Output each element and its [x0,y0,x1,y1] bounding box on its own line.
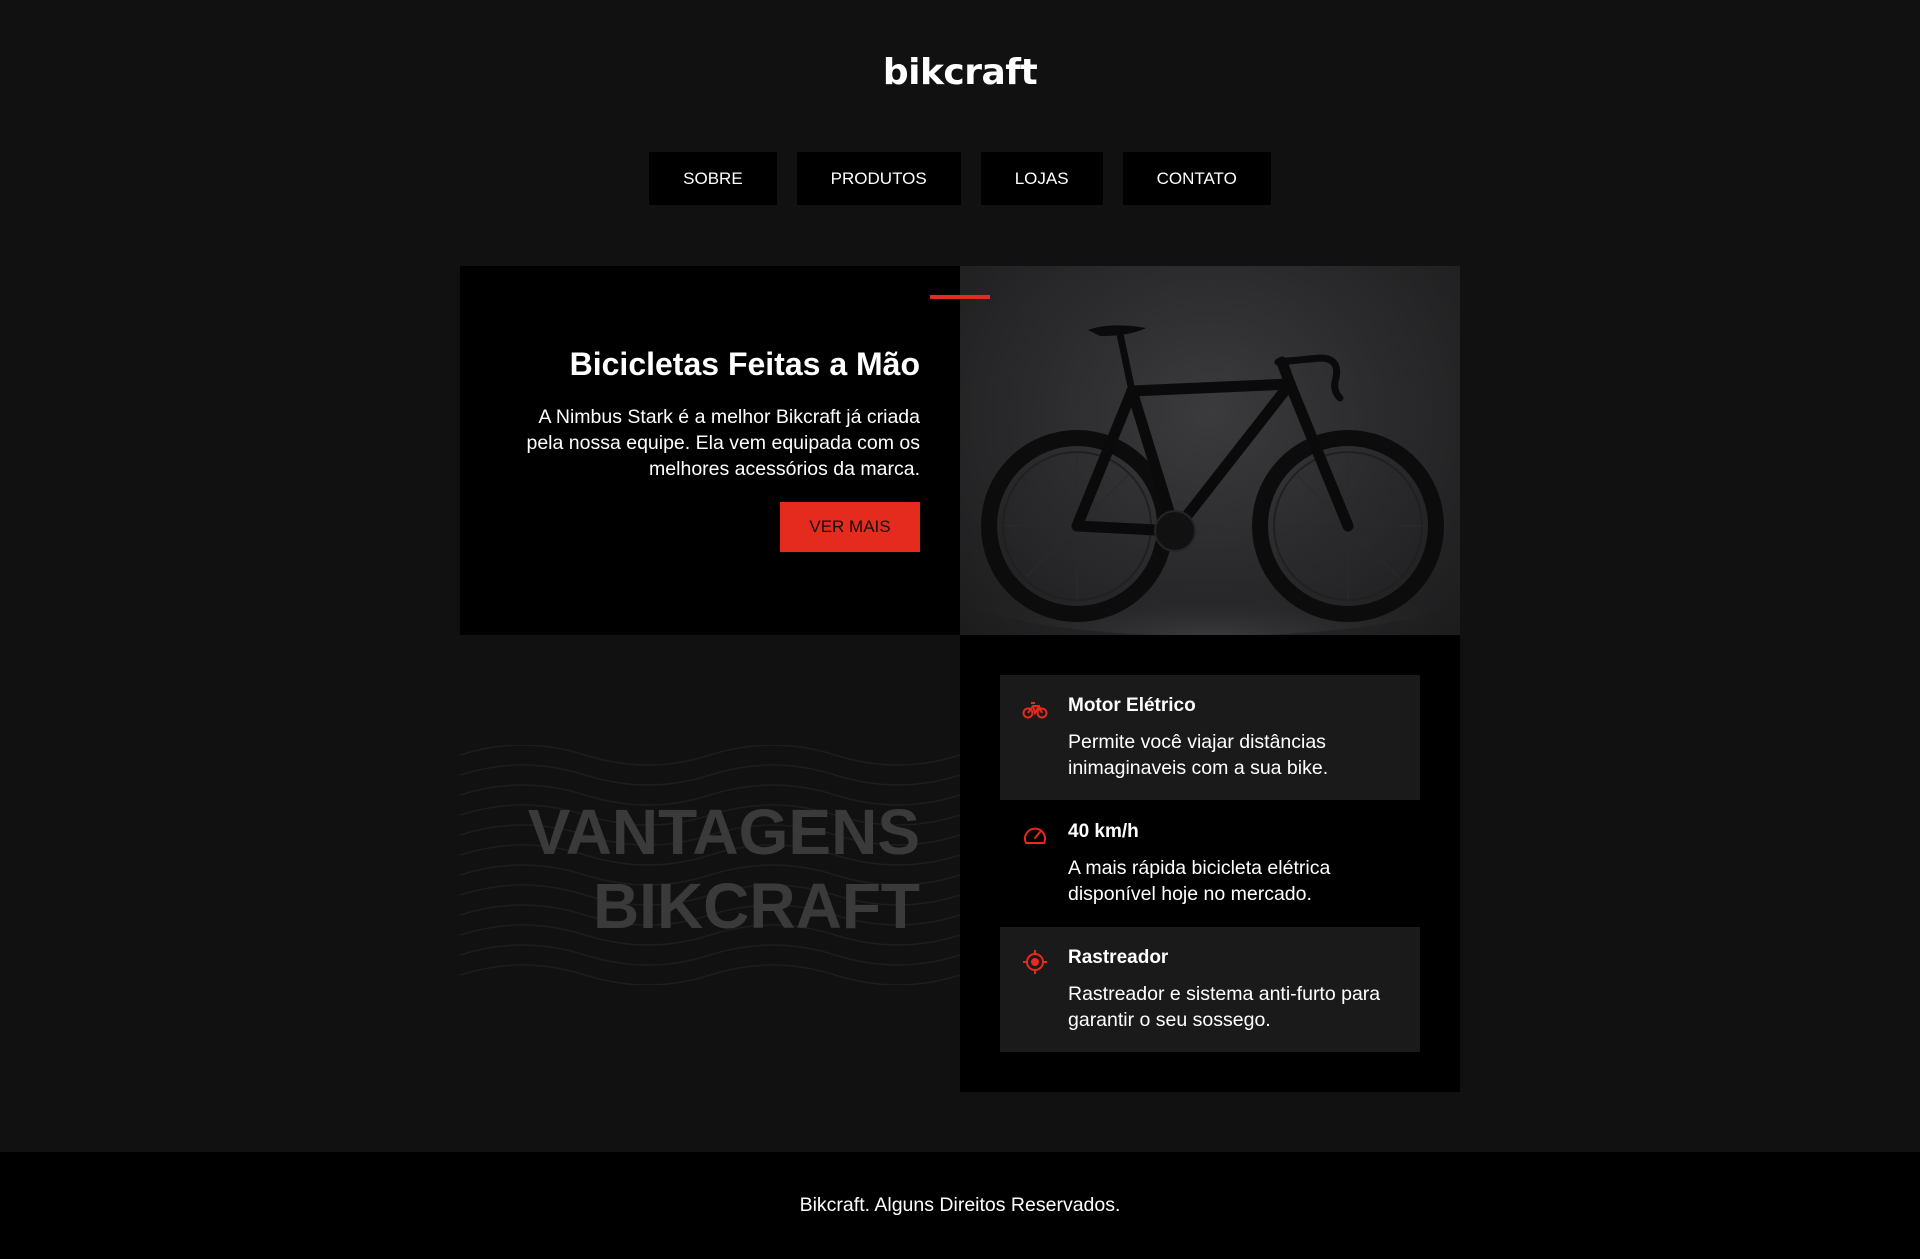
site-footer: Bikcraft. Alguns Direitos Reservados. [0,1152,1920,1259]
hero-title: Bicicletas Feitas a Mão [569,346,920,382]
hero-bike-image [960,266,1460,635]
feature-text: A mais rápida bicicleta elétrica disponí… [1068,857,1331,905]
hero-description: A Nimbus Stark é a melhor Bikcraft já cr… [526,406,920,480]
footer-copyright: Bikcraft. Alguns Direitos Reservados. [799,1194,1121,1216]
vantagens-title: VANTAGENS BIKCRAFT [528,795,920,943]
ver-mais-button[interactable]: VER MAIS [780,502,920,552]
hero-intro: Bicicletas Feitas a Mão A Nimbus Stark é… [460,266,960,635]
vantagens-line-2: BIKCRAFT [592,870,920,942]
speedometer-icon [1024,827,1046,844]
feature-text: Rastreador e sistema anti-furto para gar… [1068,983,1381,1031]
bike-motor-icon [1022,702,1048,719]
feature-title: Motor Elétrico [1068,695,1196,716]
vantagens-section: VANTAGENS BIKCRAFT [460,745,960,985]
feature-rastreador: Rastreador Rastreador e sistema anti-fur… [1000,927,1420,1052]
feature-text: Permite você viajar distâncias inimagina… [1068,731,1329,779]
vantagens-line-1: VANTAGENS [527,796,920,868]
nav-item-lojas[interactable]: LOJAS [980,152,1103,205]
feature-title: Rastreador [1068,947,1169,968]
nav-item-contato[interactable]: CONTATO [1122,152,1271,205]
feature-title: 40 km/h [1068,821,1139,842]
accent-bar [930,295,990,299]
bicycle-icon [970,325,1450,635]
site-logo[interactable]: bikcraft [0,52,1920,93]
nav-item-sobre[interactable]: SOBRE [649,152,777,205]
features-list: Motor Elétrico Permite você viajar distâ… [960,635,1460,1092]
main-nav: SOBRE PRODUTOS LOJAS CONTATO [0,152,1920,205]
nav-item-produtos[interactable]: PRODUTOS [796,152,961,205]
feature-velocidade: 40 km/h A mais rápida bicicleta elétrica… [1000,801,1420,926]
target-icon [1023,950,1047,974]
feature-motor-eletrico: Motor Elétrico Permite você viajar distâ… [1000,675,1420,800]
